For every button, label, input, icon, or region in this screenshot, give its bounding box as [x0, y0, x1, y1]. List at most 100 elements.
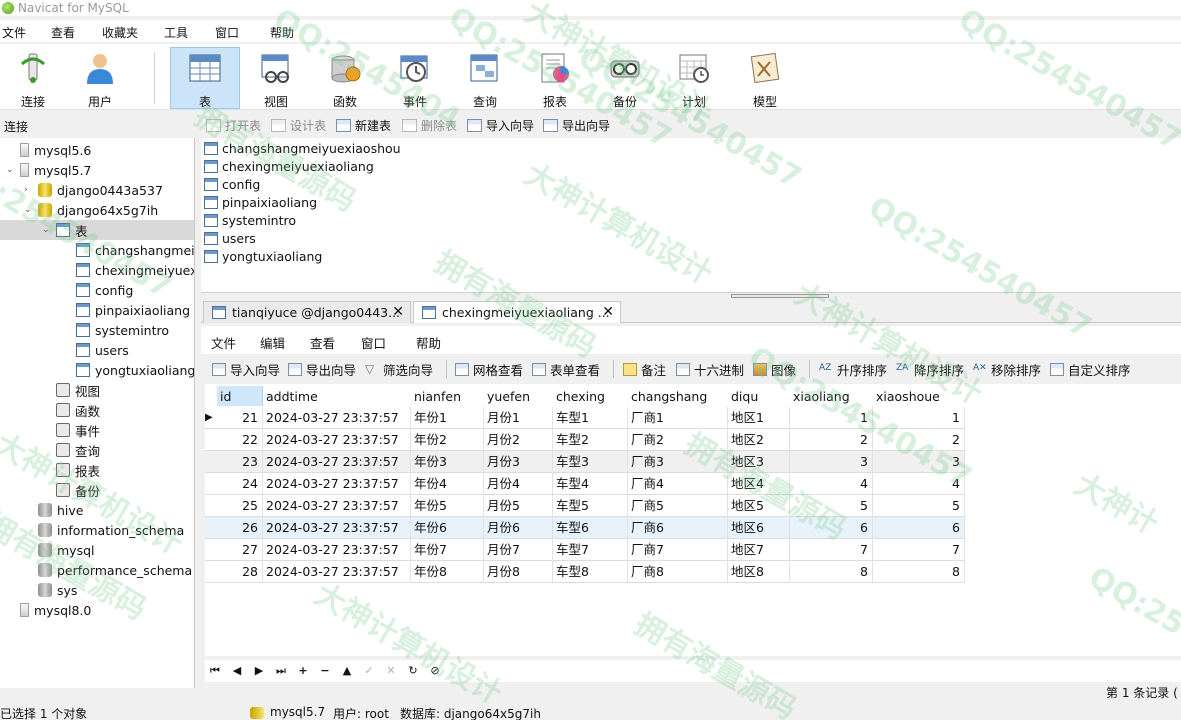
- import-wizard-button[interactable]: 导入向导: [467, 117, 534, 133]
- tree-item-mysql[interactable]: mysql: [38, 540, 95, 560]
- cell-chexing[interactable]: 车型3: [553, 451, 628, 473]
- cell-nianfen[interactable]: 年份1: [411, 407, 484, 429]
- tree-item-functions[interactable]: 函数: [56, 400, 100, 420]
- inner-menu-edit[interactable]: 编辑: [260, 333, 285, 352]
- cell-chexing[interactable]: 车型1: [553, 407, 628, 429]
- menu-view[interactable]: 查看: [50, 24, 75, 41]
- cell-changshang[interactable]: 厂商2: [628, 429, 728, 451]
- cell-id[interactable]: 22: [217, 429, 263, 451]
- expand-icon[interactable]: ⌄: [24, 205, 34, 215]
- cell-xiaoliang[interactable]: 5: [790, 495, 873, 517]
- cell-chexing[interactable]: 车型7: [553, 539, 628, 561]
- design-table-button[interactable]: 设计表: [271, 117, 326, 133]
- toolbar-function-button[interactable]: 函数: [312, 48, 378, 109]
- open-table-button[interactable]: 打开表: [206, 117, 261, 133]
- object-list-item[interactable]: chexingmeiyuexiaoliang: [204, 157, 374, 175]
- discard-icon[interactable]: ✕: [383, 663, 399, 679]
- cell-nianfen[interactable]: 年份8: [411, 561, 484, 583]
- table-row[interactable]: 26 2024-03-27 23:37:57 年份6 月份6 车型6 厂商6 地区6 6 6: [205, 517, 965, 539]
- cell-changshang[interactable]: 厂商5: [628, 495, 728, 517]
- cell-id[interactable]: 21: [217, 407, 263, 429]
- tree-item-mysql80[interactable]: mysql8.0: [20, 600, 91, 620]
- object-list-item[interactable]: users: [204, 229, 256, 247]
- cell-changshang[interactable]: 厂商6: [628, 517, 728, 539]
- cell-nianfen[interactable]: 年份4: [411, 473, 484, 495]
- cell-changshang[interactable]: 厂商7: [628, 539, 728, 561]
- cell-xiaoliang[interactable]: 6: [790, 517, 873, 539]
- cell-changshang[interactable]: 厂商8: [628, 561, 728, 583]
- data-import-wizard-button[interactable]: 导入向导: [212, 361, 280, 378]
- sort-descending-button[interactable]: ZA 降序排序: [896, 361, 964, 378]
- toolbar-connect-button[interactable]: 连接: [0, 48, 66, 109]
- cell-diqu[interactable]: 地区8: [728, 561, 790, 583]
- apply-changes-icon[interactable]: ▲: [339, 663, 355, 679]
- table-row[interactable]: 24 2024-03-27 23:37:57 年份4 月份4 车型4 厂商4 地区4 4 4: [205, 473, 965, 495]
- cell-yuefen[interactable]: 月份1: [484, 407, 553, 429]
- cell-id[interactable]: 24: [217, 473, 263, 495]
- cell-addtime[interactable]: 2024-03-27 23:37:57: [263, 407, 411, 429]
- grid-view-button[interactable]: 网格查看: [455, 361, 523, 378]
- add-record-icon[interactable]: +: [295, 663, 311, 679]
- column-header-xiaoliang[interactable]: xiaoliang: [790, 386, 873, 406]
- cell-addtime[interactable]: 2024-03-27 23:37:57: [263, 429, 411, 451]
- expand-icon[interactable]: ⌄: [6, 165, 16, 175]
- export-wizard-button[interactable]: 导出向导: [543, 117, 610, 133]
- cell-xiaoshoue[interactable]: 8: [873, 561, 965, 583]
- cell-yuefen[interactable]: 月份3: [484, 451, 553, 473]
- table-row[interactable]: 27 2024-03-27 23:37:57 年份7 月份7 车型7 厂商7 地区7 7 7: [205, 539, 965, 561]
- tree-item-table[interactable]: config: [76, 280, 133, 300]
- inner-menu-window[interactable]: 窗口: [361, 333, 386, 352]
- cell-diqu[interactable]: 地区7: [728, 539, 790, 561]
- cell-nianfen[interactable]: 年份3: [411, 451, 484, 473]
- sort-ascending-button[interactable]: AZ 升序排序: [819, 361, 887, 378]
- toolbar-model-button[interactable]: 模型: [732, 48, 798, 109]
- close-tab-icon[interactable]: ✕: [392, 304, 404, 320]
- table-row[interactable]: 25 2024-03-27 23:37:57 年份5 月份5 车型5 厂商5 地区5 5 5: [205, 495, 965, 517]
- cell-diqu[interactable]: 地区5: [728, 495, 790, 517]
- cell-xiaoliang[interactable]: 4: [790, 473, 873, 495]
- object-list-item[interactable]: yongtuxiaoliang: [204, 247, 322, 265]
- cell-xiaoshoue[interactable]: 4: [873, 473, 965, 495]
- cell-addtime[interactable]: 2024-03-27 23:37:57: [263, 561, 411, 583]
- menu-help[interactable]: 帮助: [269, 24, 294, 41]
- memo-button[interactable]: 备注: [623, 361, 666, 378]
- delete-record-icon[interactable]: −: [317, 663, 333, 679]
- cell-xiaoliang[interactable]: 7: [790, 539, 873, 561]
- tree-item-queries[interactable]: 查询: [56, 440, 100, 460]
- cell-addtime[interactable]: 2024-03-27 23:37:57: [263, 451, 411, 473]
- table-row[interactable]: 28 2024-03-27 23:37:57 年份8 月份8 车型8 厂商8 地区8 8 8: [205, 561, 965, 583]
- cell-yuefen[interactable]: 月份4: [484, 473, 553, 495]
- tree-item-events[interactable]: 事件: [56, 420, 100, 440]
- column-header-diqu[interactable]: diqu: [728, 386, 790, 406]
- tree-item-hive[interactable]: hive: [38, 500, 83, 520]
- table-row[interactable]: ▶ 21 2024-03-27 23:37:57 年份1 月份1 车型1 厂商1 地区1 1 1: [205, 407, 965, 429]
- remove-sort-button[interactable]: A✕ 移除排序: [973, 361, 1041, 378]
- object-list-item[interactable]: systemintro: [204, 211, 296, 229]
- custom-sort-button[interactable]: 自定义排序: [1050, 361, 1131, 378]
- tree-item-table[interactable]: yongtuxiaoliang: [76, 360, 194, 380]
- object-list-item[interactable]: changshangmeiyuexiaoshou: [204, 139, 401, 157]
- horizontal-splitter[interactable]: [201, 292, 1181, 299]
- column-header-yuefen[interactable]: yuefen: [484, 386, 553, 406]
- inner-menu-file[interactable]: 文件: [211, 333, 236, 352]
- new-table-button[interactable]: 新建表: [336, 117, 391, 133]
- cell-chexing[interactable]: 车型5: [553, 495, 628, 517]
- cell-chexing[interactable]: 车型6: [553, 517, 628, 539]
- splitter-grip[interactable]: [731, 294, 829, 298]
- cell-yuefen[interactable]: 月份6: [484, 517, 553, 539]
- previous-record-icon[interactable]: ◀: [229, 663, 245, 679]
- tree-item-django64x5g7ih[interactable]: ⌄ django64x5g7ih: [24, 200, 158, 220]
- cell-yuefen[interactable]: 月份7: [484, 539, 553, 561]
- cell-id[interactable]: 28: [217, 561, 263, 583]
- menu-favorites[interactable]: 收藏夹: [101, 24, 138, 41]
- stop-icon[interactable]: ⊘: [427, 663, 443, 679]
- toolbar-report-button[interactable]: 报表: [522, 48, 588, 109]
- tree-item-sys[interactable]: sys: [38, 580, 77, 600]
- cell-id[interactable]: 23: [217, 451, 263, 473]
- image-button[interactable]: 图像: [753, 361, 796, 378]
- cell-yuefen[interactable]: 月份8: [484, 561, 553, 583]
- cell-xiaoliang[interactable]: 3: [790, 451, 873, 473]
- collapse-icon[interactable]: ›: [24, 185, 34, 195]
- tree-item-reports[interactable]: 报表: [56, 460, 100, 480]
- cell-diqu[interactable]: 地区2: [728, 429, 790, 451]
